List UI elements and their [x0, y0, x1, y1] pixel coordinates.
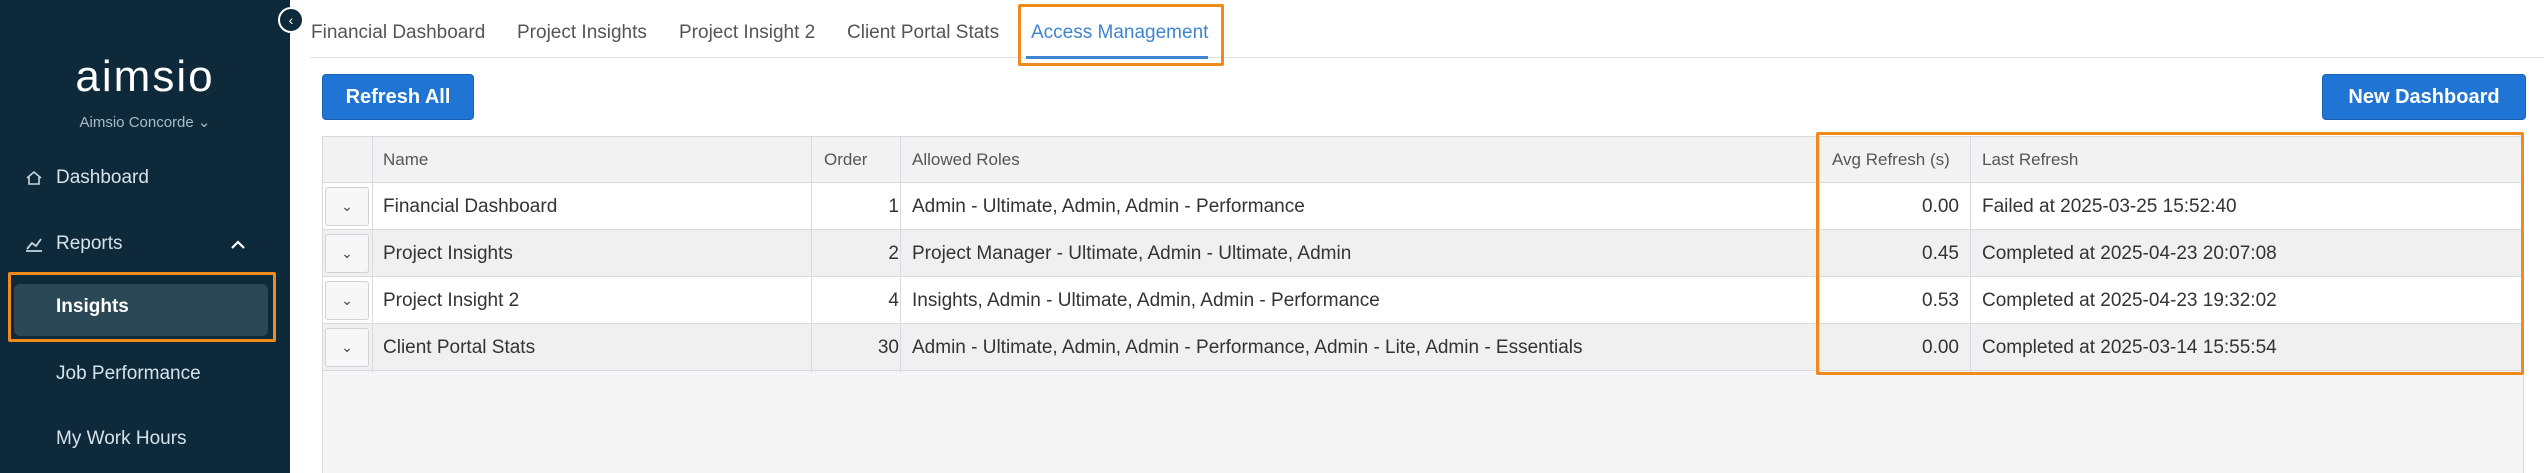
cell-roles: Insights, Admin - Ultimate, Admin, Admin…: [912, 290, 1380, 311]
cell-order: 4: [888, 290, 899, 311]
column-header-name[interactable]: Name: [383, 150, 428, 170]
chevron-down-icon: ⌄: [341, 198, 353, 214]
column-divider: [811, 137, 812, 373]
chevron-down-icon: ⌄: [341, 292, 353, 308]
expand-row-button[interactable]: ⌄: [325, 234, 369, 273]
cell-name: Project Insight 2: [383, 290, 520, 311]
sidebar-item-label: Dashboard: [56, 167, 149, 188]
sidebar-item-label: Reports: [56, 233, 123, 254]
highlight-box-active-tab: [1018, 4, 1224, 66]
highlight-box-refresh-columns: [1816, 132, 2524, 375]
expand-row-button[interactable]: ⌄: [325, 281, 369, 320]
aimsio-logo: aimsio: [75, 52, 215, 101]
cell-roles: Admin - Ultimate, Admin, Admin - Perform…: [912, 337, 1583, 358]
cell-order: 1: [888, 196, 899, 217]
chevron-left-icon: ‹: [288, 12, 294, 28]
sidebar-item-dashboard[interactable]: Dashboard: [0, 158, 290, 198]
cell-order: 2: [888, 243, 899, 264]
cell-name: Project Insights: [383, 243, 513, 264]
collapse-sidebar-button[interactable]: ‹: [278, 7, 304, 33]
column-divider: [900, 137, 901, 373]
new-dashboard-button[interactable]: New Dashboard: [2322, 74, 2526, 120]
column-header-allowed-roles[interactable]: Allowed Roles: [912, 150, 1020, 170]
org-switcher[interactable]: Aimsio Concorde ⌄: [0, 113, 290, 131]
column-divider: [372, 137, 373, 373]
sidebar-item-job-performance[interactable]: Job Performance: [56, 363, 201, 385]
tab-project-insights[interactable]: Project Insights: [517, 22, 647, 44]
column-header-order[interactable]: Order: [824, 150, 867, 170]
expand-row-button[interactable]: ⌄: [325, 187, 369, 226]
tab-bar: Financial Dashboard Project Insights Pro…: [310, 0, 2544, 58]
tab-financial-dashboard[interactable]: Financial Dashboard: [311, 22, 485, 44]
sidebar: aimsio Aimsio Concorde ⌄ Dashboard Repor…: [0, 0, 290, 473]
tab-client-portal-stats[interactable]: Client Portal Stats: [847, 22, 999, 44]
highlight-box-insights: [8, 272, 276, 342]
chevron-up-icon[interactable]: [230, 234, 246, 255]
chart-icon: [24, 234, 44, 254]
sidebar-item-my-work-hours[interactable]: My Work Hours: [56, 428, 187, 450]
tab-project-insight-2[interactable]: Project Insight 2: [679, 22, 815, 44]
cell-roles: Project Manager - Ultimate, Admin - Ulti…: [912, 243, 1352, 264]
cell-name: Financial Dashboard: [383, 196, 558, 217]
chevron-down-icon: ⌄: [341, 245, 353, 261]
expand-row-button[interactable]: ⌄: [325, 328, 369, 367]
refresh-all-button[interactable]: Refresh All: [322, 74, 474, 120]
sidebar-item-reports[interactable]: Reports: [0, 224, 290, 264]
cell-roles: Admin - Ultimate, Admin, Admin - Perform…: [912, 196, 1305, 217]
cell-order: 30: [877, 337, 899, 358]
home-icon: [24, 168, 44, 188]
cell-name: Client Portal Stats: [383, 337, 536, 358]
chevron-down-icon: ⌄: [341, 339, 353, 355]
